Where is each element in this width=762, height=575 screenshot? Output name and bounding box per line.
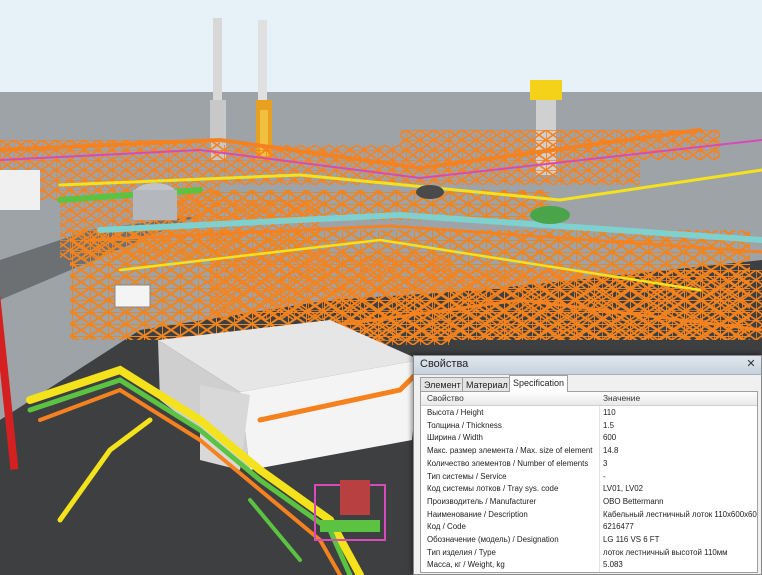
property-name: Наименование / Description <box>427 509 528 519</box>
property-name: Количество элементов / Number of element… <box>427 458 589 468</box>
property-value: - <box>603 471 606 481</box>
property-value: OBO Bettermann <box>603 496 664 506</box>
property-value: 5.083 <box>603 560 623 570</box>
property-row[interactable]: Ширина / Width 600 <box>421 432 757 444</box>
property-value: лоток лестничный высотой 110мм <box>603 547 728 557</box>
property-row[interactable]: Высота / Height 110 <box>421 407 757 419</box>
sky <box>0 0 762 96</box>
property-row[interactable]: Количество элементов / Number of element… <box>421 458 757 470</box>
column-header-value[interactable]: Значение <box>603 393 640 403</box>
property-name: Макс. размер элемента / Max. size of ele… <box>427 446 593 456</box>
property-name: Ширина / Width <box>427 433 483 443</box>
property-row[interactable]: Тип изделия / Type лоток лестничный высот… <box>421 547 757 559</box>
pipe-racks-mid <box>70 230 762 345</box>
tab-material[interactable]: Материал <box>462 377 512 391</box>
property-value: 1.5 <box>603 420 614 430</box>
property-row[interactable]: Наименование / Description Кабельный лест… <box>421 509 757 521</box>
panel-title-bar[interactable]: Свойства ✕ <box>414 356 761 375</box>
tab-specification[interactable]: Specification <box>509 375 569 392</box>
property-row[interactable]: Обозначение (модель) / Designation LG 116… <box>421 534 757 546</box>
property-value: 3 <box>603 458 608 468</box>
property-value: 110 <box>603 408 616 417</box>
property-name: Высота / Height <box>427 408 484 417</box>
grid-header: Свойство Значение <box>421 392 757 406</box>
property-row[interactable]: Толщина / Thickness 1.5 <box>421 420 757 432</box>
property-name: Толщина / Thickness <box>427 420 502 430</box>
close-icon[interactable]: ✕ <box>744 357 758 371</box>
property-name: Масса, кг / Weight, kg <box>427 560 505 570</box>
property-row[interactable]: Тип системы / Service - <box>421 471 757 483</box>
property-value: 6216477 <box>603 522 634 532</box>
property-value: Кабельный лестничный лоток 110x600x6000 <box>603 509 758 519</box>
property-row[interactable]: Код системы лотков / Tray sys. code LV01,… <box>421 483 757 495</box>
property-name: Обозначение (модель) / Designation <box>427 535 559 544</box>
property-row[interactable]: Масса, кг / Weight, kg 5.083 <box>421 559 757 571</box>
property-row[interactable]: Код / Code 6216477 <box>421 521 757 533</box>
column-header-property[interactable]: Свойство <box>427 393 464 403</box>
property-row[interactable]: Макс. размер элемента / Max. size of ele… <box>421 445 757 457</box>
property-value: 14.8 <box>603 446 619 456</box>
panel-title: Свойства <box>420 358 469 370</box>
property-name: Код системы лотков / Tray sys. code <box>427 484 559 494</box>
tab-element[interactable]: Элемент <box>420 377 465 391</box>
property-grid: Свойство Значение Высота / Height 110 Толщ… <box>420 391 758 573</box>
property-row[interactable]: Производитель / Manufacturer OBO Betterma… <box>421 496 757 508</box>
properties-panel[interactable]: Свойства ✕ Элемент Материал Specificatio… <box>413 355 762 575</box>
property-name: Код / Code <box>427 522 466 532</box>
property-value: LG 116 VS 6 FT <box>603 535 660 544</box>
property-name: Производитель / Manufacturer <box>427 496 537 506</box>
property-name: Тип изделия / Type <box>427 547 496 557</box>
property-name: Тип системы / Service <box>427 471 507 481</box>
property-value: LV01, LV02 <box>603 484 644 494</box>
property-value: 600 <box>603 433 617 443</box>
